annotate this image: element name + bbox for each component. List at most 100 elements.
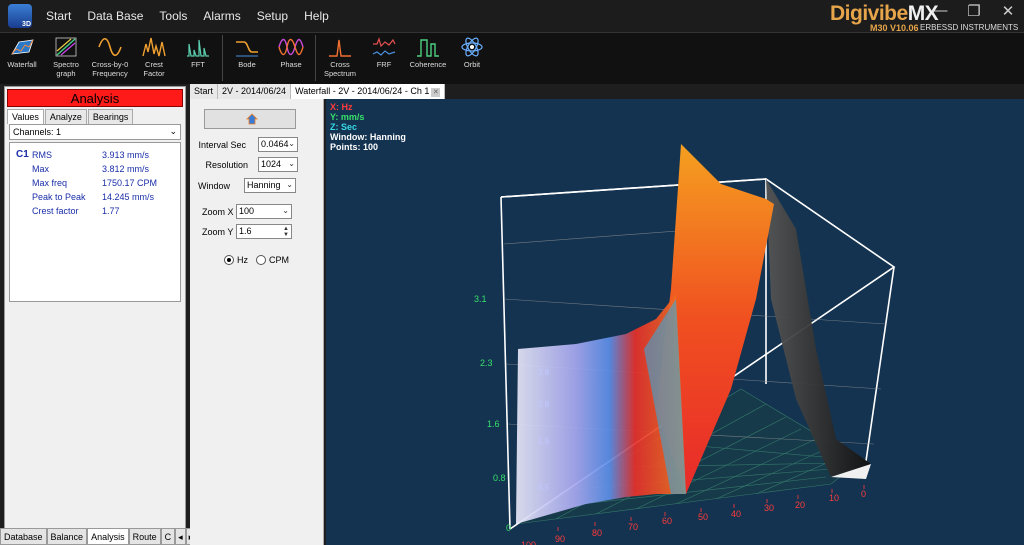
restore-icon[interactable]: ❐ bbox=[960, 2, 988, 20]
doc-tab-2v[interactable]: 2V - 2014/06/24 bbox=[218, 84, 292, 99]
cross-spectrum-label: Cross Spectrum bbox=[323, 60, 357, 78]
zoom-x-select[interactable]: 100 ⌄ bbox=[236, 204, 292, 219]
brand-logo: DigivibeMX M30 V10.06 ERBESSD INSTRUMENT… bbox=[830, 2, 1018, 33]
coherence-label: Coherence bbox=[409, 60, 447, 69]
waterfall-label: Waterfall bbox=[7, 60, 37, 69]
radio-cpm-dot bbox=[256, 255, 266, 265]
value-number: 1750.17 CPM bbox=[102, 178, 158, 188]
orbit-button[interactable]: Orbit bbox=[450, 33, 494, 83]
waterfall-icon bbox=[11, 39, 34, 55]
close-tab-icon[interactable]: ✕ bbox=[431, 88, 441, 97]
brand-name-main: Digivibe bbox=[830, 2, 908, 25]
stepper-arrows-icon[interactable]: ▲ ▼ bbox=[283, 226, 289, 238]
doc-tab-channel: - Ch 1 bbox=[404, 86, 430, 96]
cross-spectrum-icon bbox=[329, 39, 351, 57]
tab-analysis[interactable]: Analysis bbox=[87, 528, 129, 545]
depth-tick-label: 0.5 bbox=[538, 483, 550, 492]
menu-setup[interactable]: Setup bbox=[249, 9, 296, 23]
x-tick-label: 40 bbox=[731, 509, 741, 519]
doc-tab-start[interactable]: Start bbox=[190, 84, 219, 99]
tab-database[interactable]: Database bbox=[0, 528, 47, 545]
analysis-title: Analysis bbox=[7, 89, 183, 107]
chevron-down-icon: ⌄ bbox=[169, 126, 177, 136]
depth-tick-label: 2.8 bbox=[538, 400, 550, 409]
channel-select[interactable]: Channels: 1 ⌄ bbox=[9, 124, 181, 140]
value-label: Crest factor bbox=[32, 206, 79, 216]
spectrograph-button[interactable]: Spectro graph bbox=[44, 33, 88, 83]
x-tick-label: 10 bbox=[829, 493, 839, 503]
menu-help[interactable]: Help bbox=[296, 9, 337, 23]
analysis-panel: Analysis Values Analyze Bearings Channel… bbox=[4, 86, 186, 545]
tab-balance[interactable]: Balance bbox=[46, 528, 88, 545]
y-tick-label: 0 bbox=[506, 523, 511, 533]
tab-route[interactable]: Route bbox=[128, 528, 161, 545]
interval-select[interactable]: 0.0464 ⌄ bbox=[258, 137, 298, 152]
scroll-left-icon[interactable]: ◂ bbox=[175, 528, 186, 545]
channel-select-value: Channels: 1 bbox=[13, 127, 62, 137]
resolution-select[interactable]: 1024 ⌄ bbox=[258, 157, 298, 172]
zoom-y-stepper[interactable]: 1.6 ▲ ▼ bbox=[236, 224, 292, 239]
y-axis-labels: 3.1 2.3 1.6 0.8 0 bbox=[474, 294, 511, 533]
doc-tab-waterfall[interactable]: Waterfall - 2V - 2014/06/24 - Ch 1 ✕ bbox=[291, 84, 446, 99]
value-label: RMS bbox=[32, 150, 52, 160]
chevron-down-icon: ⌄ bbox=[288, 139, 295, 148]
cross-spectrum-button[interactable]: Cross Spectrum bbox=[318, 33, 362, 83]
zoom-y-label: Zoom Y bbox=[202, 227, 234, 237]
fft-button[interactable]: FFT bbox=[176, 33, 220, 83]
y-tick-label: 2.3 bbox=[480, 358, 493, 368]
radio-hz-label: Hz bbox=[237, 255, 248, 265]
waterfall-plot[interactable]: X: Hz Y: mm/s Z: Sec Window: Hanning Poi… bbox=[326, 99, 1024, 545]
menu-tools[interactable]: Tools bbox=[151, 9, 195, 23]
radio-hz[interactable]: Hz bbox=[224, 255, 248, 265]
analysis-tabs: Values Analyze Bearings bbox=[7, 109, 134, 124]
menu-alarms[interactable]: Alarms bbox=[195, 9, 248, 23]
tab-analyze[interactable]: Analyze bbox=[44, 109, 87, 124]
menu-database[interactable]: Data Base bbox=[79, 9, 151, 23]
tab-values[interactable]: Values bbox=[7, 109, 44, 124]
document-tabs: Start 2V - 2014/06/24 Waterfall - 2V - 2… bbox=[190, 84, 446, 99]
depth-tick-label: 1.9 bbox=[538, 437, 550, 446]
bode-button[interactable]: Bode bbox=[225, 33, 269, 83]
toolbar: Waterfall Spectro graph Cross-by-0 Frequ… bbox=[0, 32, 1024, 84]
zoom-x-value: 100 bbox=[239, 206, 255, 216]
resolution-label: Resolution bbox=[205, 160, 248, 170]
home-button[interactable] bbox=[204, 109, 296, 129]
frf-button[interactable]: FRF bbox=[362, 33, 406, 83]
tab-bearings[interactable]: Bearings bbox=[87, 109, 134, 124]
window-value: Hanning bbox=[247, 180, 281, 190]
crest-factor-button[interactable]: Crest Factor bbox=[132, 33, 176, 83]
bode-icon bbox=[236, 41, 258, 57]
resolution-value: 1024 bbox=[261, 159, 282, 169]
orbit-label: Orbit bbox=[463, 60, 481, 69]
chevron-down-icon: ⌄ bbox=[286, 180, 293, 189]
coherence-button[interactable]: Coherence bbox=[406, 33, 450, 83]
menu-start[interactable]: Start bbox=[38, 9, 79, 23]
bottom-tabs: Database Balance Analysis Route C ◂ ▸ bbox=[0, 528, 197, 545]
x-tick-label: 80 bbox=[592, 528, 602, 538]
close-icon[interactable]: ✕ bbox=[994, 2, 1022, 20]
x-tick-label: 0 bbox=[861, 489, 866, 499]
x-tick-label: 100 bbox=[521, 540, 536, 545]
interval-label: Interval Sec bbox=[198, 140, 246, 150]
crest-factor-icon bbox=[142, 37, 166, 57]
app-logo[interactable]: 3D bbox=[8, 4, 32, 28]
x-tick-label: 30 bbox=[764, 503, 774, 513]
waterfall-button[interactable]: Waterfall bbox=[0, 33, 44, 83]
x-tick-label: 20 bbox=[795, 500, 805, 510]
cross-by-zero-button[interactable]: Cross-by-0 Frequency bbox=[88, 33, 132, 83]
toolbar-separator bbox=[222, 35, 223, 81]
radio-cpm[interactable]: CPM bbox=[256, 255, 289, 265]
chevron-down-icon: ⌄ bbox=[282, 206, 289, 215]
tab-more[interactable]: C bbox=[160, 528, 176, 545]
chevron-down-icon: ⌄ bbox=[288, 159, 295, 168]
channel-id: C1 bbox=[16, 149, 29, 160]
phase-button[interactable]: Phase bbox=[269, 33, 313, 83]
spectrograph-icon bbox=[55, 37, 77, 57]
app-window: 3D Start Data Base Tools Alarms Setup He… bbox=[0, 0, 1024, 545]
crest-factor-label: Crest Factor bbox=[143, 60, 165, 78]
app-logo-text: 3D bbox=[22, 21, 31, 28]
window-select[interactable]: Hanning ⌄ bbox=[244, 178, 296, 193]
spectrograph-label: Spectro graph bbox=[53, 60, 79, 78]
toolbar-separator bbox=[315, 35, 316, 81]
minimize-icon[interactable]: — bbox=[926, 2, 954, 19]
